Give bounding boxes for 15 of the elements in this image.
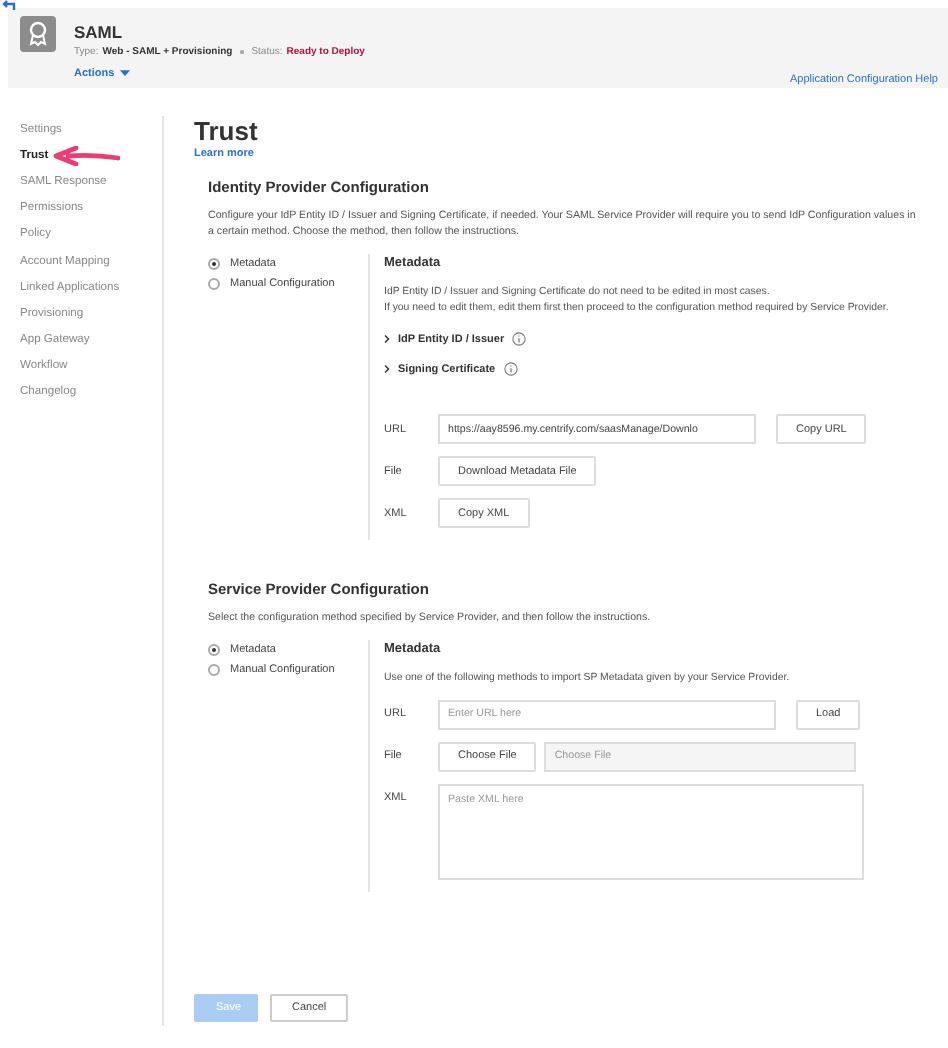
radio-button[interactable] [208,664,220,676]
separator-dot-icon [240,50,244,54]
info-icon[interactable] [512,332,527,346]
radio-button[interactable] [208,644,220,656]
chevron-icon[interactable] [384,334,390,344]
back-arrow-icon[interactable] [0,0,16,12]
app-name: SAML [74,22,125,42]
ribbon-badge-icon [20,16,56,52]
chevron-icon[interactable] [384,364,390,374]
info-icon[interactable] [503,362,518,376]
page-title: Trust [194,116,260,146]
radio-button[interactable] [208,258,220,270]
arrow-icon [52,145,121,166]
caret-icon [120,70,131,78]
radio-button[interactable] [208,278,220,290]
